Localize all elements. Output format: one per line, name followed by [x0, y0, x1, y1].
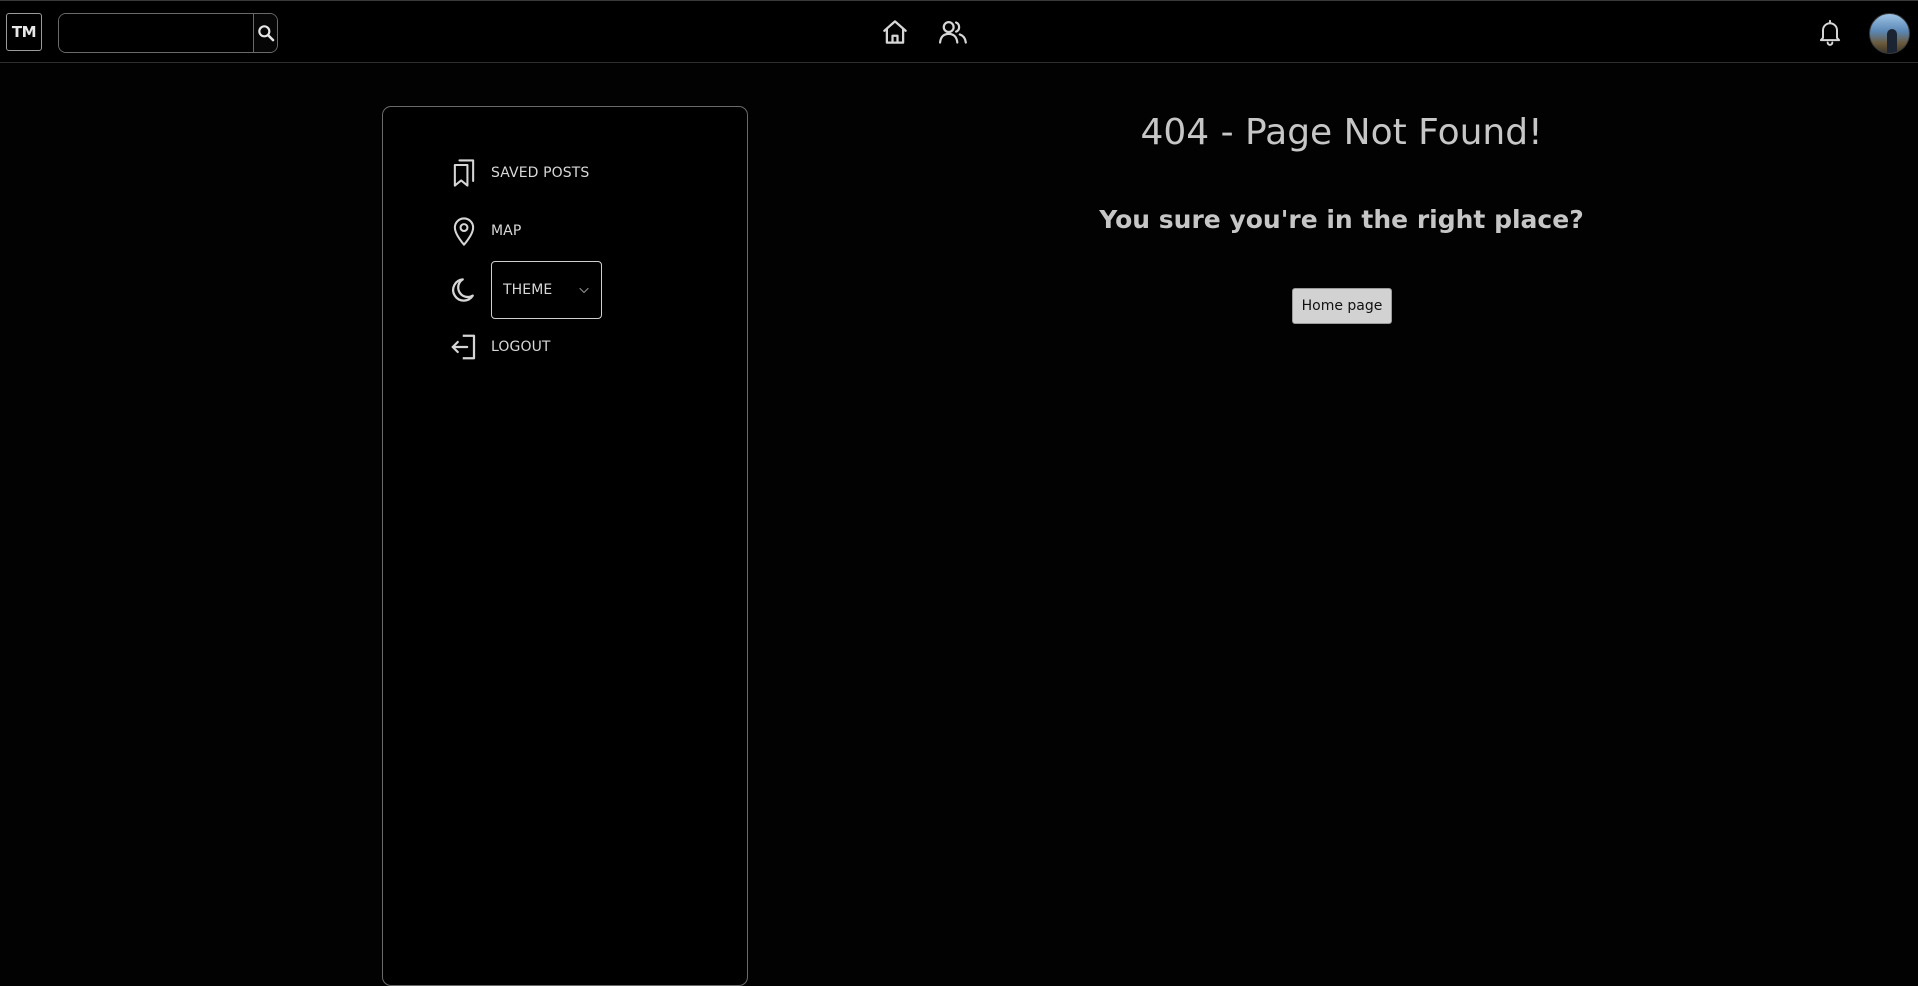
friends-icon	[938, 21, 967, 44]
page-subtitle: You sure you're in the right place?	[1099, 205, 1584, 234]
sidebar-item-label: SAVED POSTS	[491, 165, 590, 181]
sidebar-item-logout[interactable]: LOGOUT	[449, 327, 551, 367]
theme-select-value: THEME	[503, 282, 553, 298]
map-pin-icon	[449, 214, 479, 248]
search-icon	[257, 25, 274, 42]
sidebar-item-label: MAP	[491, 223, 522, 239]
bookmarks-icon	[449, 156, 479, 190]
notifications-button[interactable]	[1813, 15, 1847, 49]
sidebar-item-map[interactable]: MAP	[449, 211, 521, 251]
app-logo[interactable]: TM	[6, 13, 42, 51]
top-navbar: TM	[0, 0, 1918, 63]
chevron-down-icon	[579, 285, 589, 295]
user-avatar[interactable]	[1869, 13, 1910, 54]
sidebar-item-saved-posts[interactable]: SAVED POSTS	[449, 153, 589, 193]
sidebar-item-theme: THEME	[449, 261, 602, 319]
page-title: 404 - Page Not Found!	[1140, 112, 1543, 153]
search-input[interactable]	[59, 14, 253, 52]
moon-icon	[449, 273, 479, 307]
search-bar	[58, 13, 278, 53]
home-page-button[interactable]: Home page	[1292, 288, 1392, 324]
sidebar: SAVED POSTS MAP THEME LOGOUT	[382, 106, 748, 986]
bell-icon	[1819, 19, 1841, 46]
logout-icon	[449, 330, 479, 364]
search-button[interactable]	[253, 14, 277, 52]
home-icon	[883, 20, 907, 44]
friends-nav-button[interactable]	[936, 15, 970, 49]
avatar-figure	[1887, 29, 1897, 53]
theme-select[interactable]: THEME	[491, 261, 602, 319]
home-nav-button[interactable]	[878, 15, 912, 49]
sidebar-item-label: LOGOUT	[491, 339, 551, 355]
